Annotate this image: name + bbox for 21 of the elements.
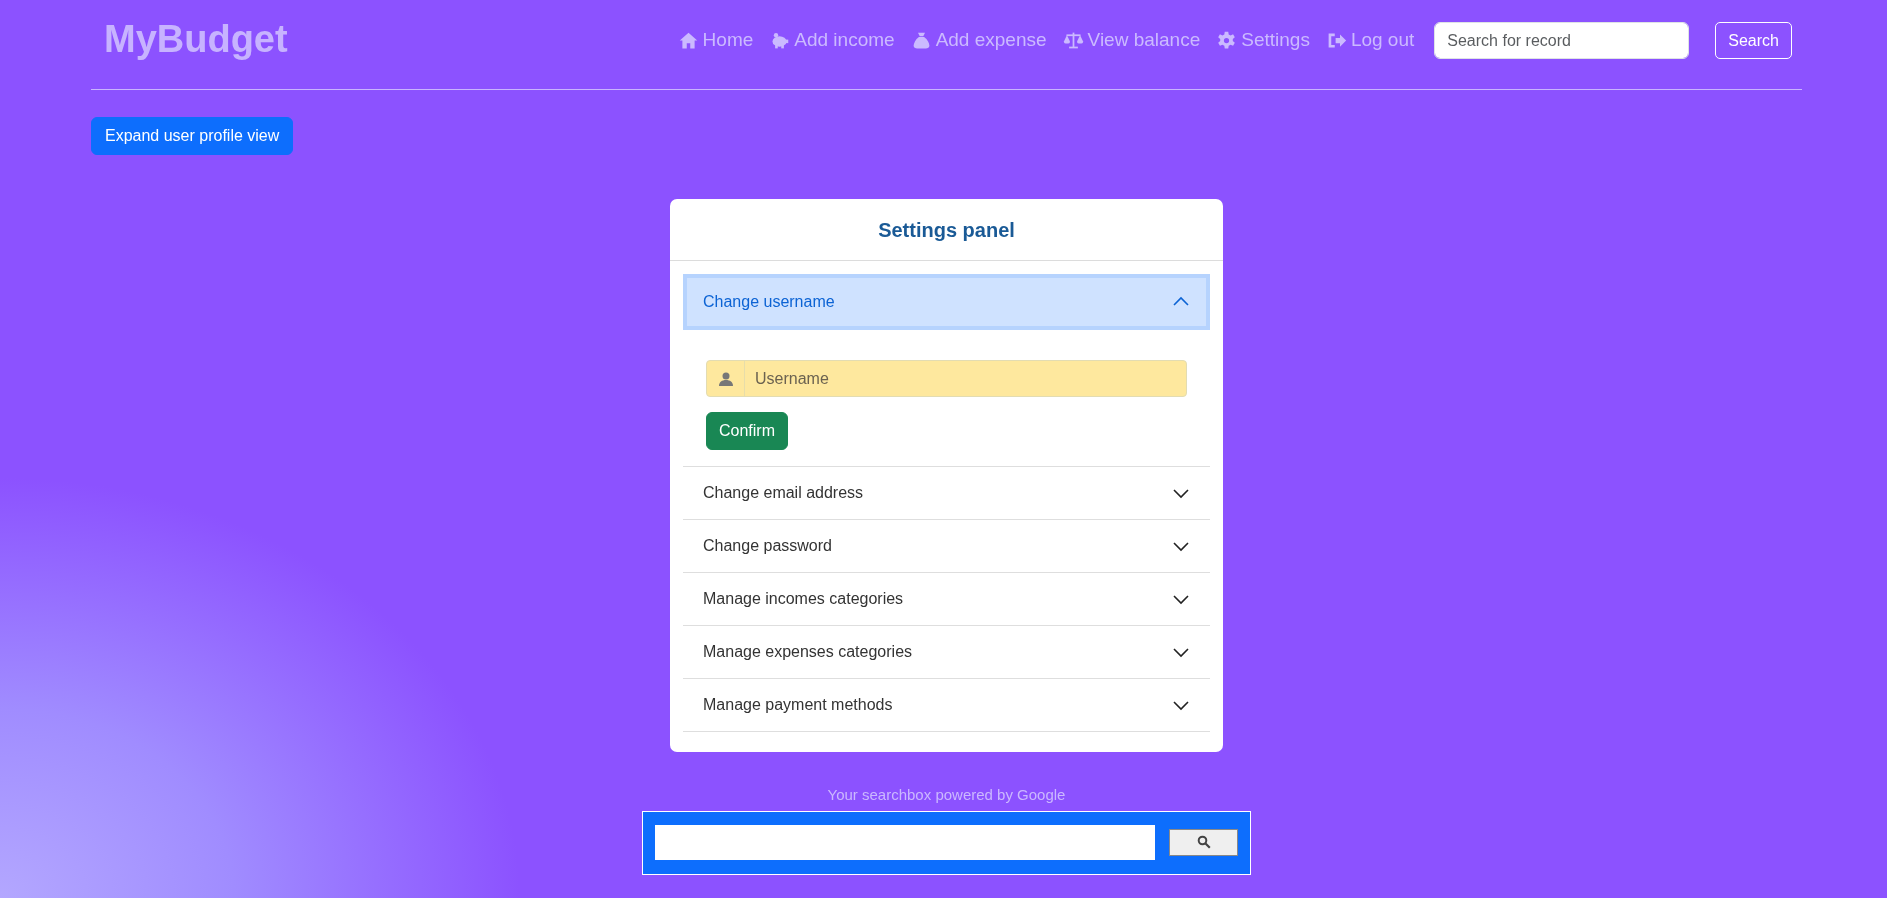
nav-link[interactable]: Settings — [1216, 26, 1310, 55]
search-button[interactable]: Search — [1715, 22, 1792, 59]
user-icon — [717, 370, 734, 387]
search-icon — [1196, 835, 1211, 849]
nav-link[interactable]: Log out — [1325, 26, 1415, 55]
expand-profile-button[interactable]: Expand user profile view — [91, 117, 294, 155]
nav-link[interactable]: View balance — [1062, 26, 1201, 55]
brand-logo[interactable]: MyBudget — [104, 11, 288, 68]
google-search-field[interactable] — [655, 824, 1155, 860]
google-search-button[interactable] — [1169, 828, 1238, 856]
search-field[interactable]: Search for record — [1434, 22, 1690, 59]
accordion-header[interactable]: Change username — [683, 274, 1210, 330]
search-caption: Your searchbox powered by Google — [826, 785, 1067, 805]
gear-icon — [1216, 30, 1238, 51]
panel-title: Settings panel — [878, 217, 1015, 243]
scale-icon — [1062, 30, 1084, 51]
confirm-button[interactable]: Confirm — [706, 412, 788, 450]
home-icon — [677, 30, 699, 51]
nav-link[interactable]: Home — [677, 26, 754, 55]
nav-link[interactable]: Add income — [769, 26, 895, 55]
nav-link[interactable]: Add expense — [910, 26, 1047, 55]
